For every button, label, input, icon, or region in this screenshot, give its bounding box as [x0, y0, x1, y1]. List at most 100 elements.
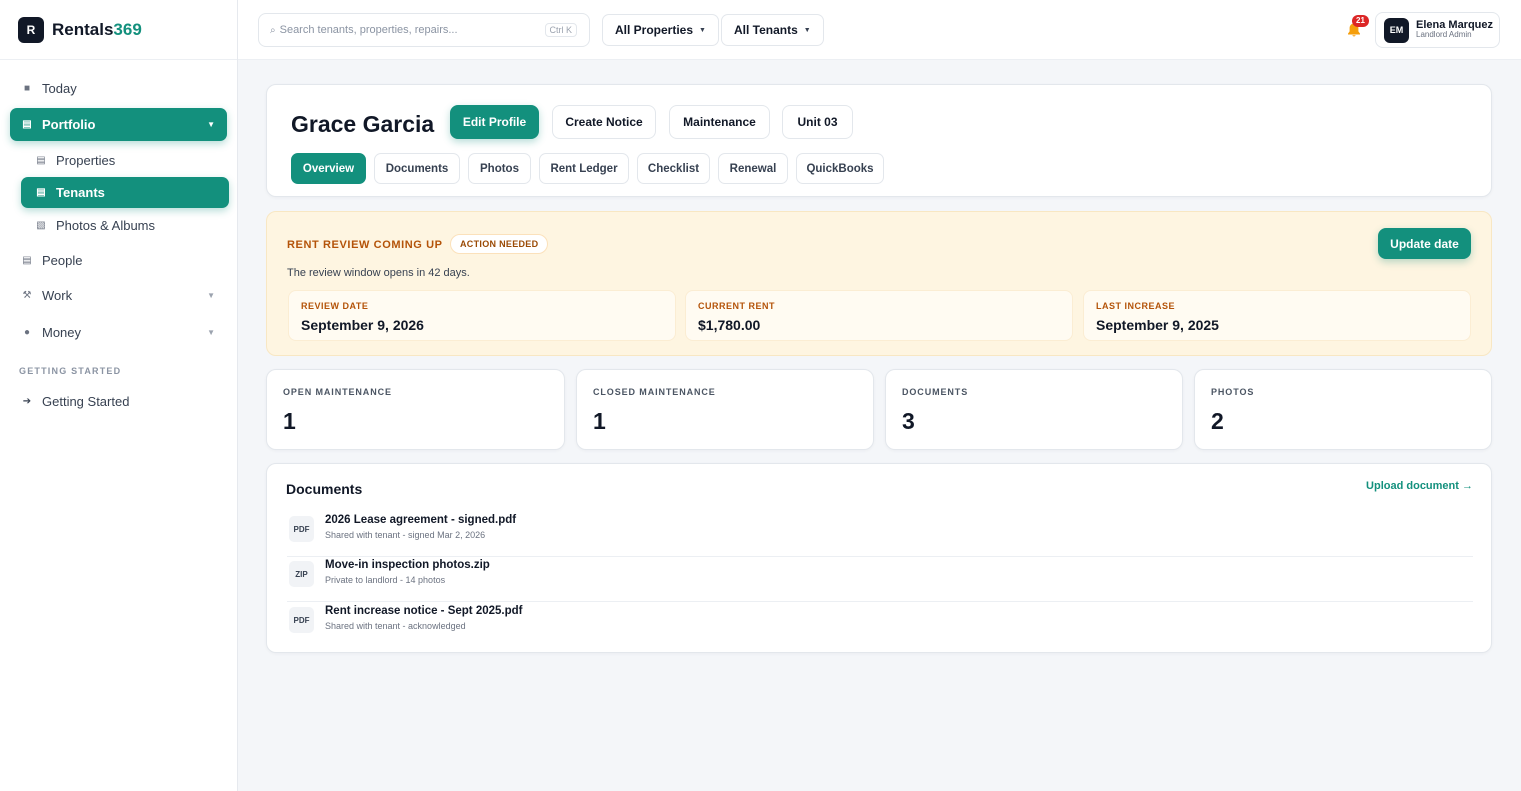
stat-value: September 9, 2025	[1096, 317, 1219, 333]
tab-rent-ledger[interactable]: Rent Ledger	[539, 153, 629, 184]
file-name: Rent increase notice - Sept 2025.pdf	[325, 605, 523, 617]
top-bar: ⌕ Ctrl K All Properties ▼ All Tenants ▼ …	[238, 0, 1521, 60]
tab-photos[interactable]: Photos	[468, 153, 531, 184]
file-type-icon: PDF	[289, 607, 314, 633]
open-maintenance-card[interactable]: OPEN MAINTENANCE 1	[266, 369, 565, 450]
chevron-down-icon: ▼	[207, 291, 215, 300]
sidebar-item-today[interactable]: ■ Today	[21, 81, 77, 96]
file-name: Move-in inspection photos.zip	[325, 559, 490, 571]
list-item[interactable]: PDF Rent increase notice - Sept 2025.pdf…	[287, 603, 1473, 648]
file-meta: Shared with tenant - acknowledged	[325, 621, 466, 631]
brand-name-accent: 369	[113, 19, 142, 39]
all-tenants-dropdown[interactable]: All Tenants ▼	[721, 14, 824, 46]
brand[interactable]: R Rentals369	[0, 0, 237, 60]
user-menu[interactable]: EM Elena Marquez Landlord Admin	[1375, 12, 1500, 48]
tab-documents[interactable]: Documents	[374, 153, 460, 184]
avatar: EM	[1384, 17, 1409, 43]
arrow-right-icon: ➔	[22, 396, 32, 407]
sidebar: R Rentals369 ■ Today ▤ Portfolio ▼ ▤ Pro…	[0, 0, 238, 791]
brand-name-text: Rentals	[52, 19, 114, 39]
brand-name: Rentals369	[52, 20, 142, 40]
metric-value: 1	[593, 408, 606, 434]
file-meta: Shared with tenant - signed Mar 2, 2026	[325, 530, 486, 540]
file-meta: Private to landlord - 14 photos	[325, 575, 446, 585]
sidebar-item-label: Properties	[56, 153, 116, 168]
metric-label: OPEN MAINTENANCE	[283, 387, 392, 397]
last-increase-box: LAST INCREASE September 9, 2025	[1083, 290, 1471, 341]
tab-overview[interactable]: Overview	[291, 153, 366, 184]
list-item[interactable]: PDF 2026 Lease agreement - signed.pdf Sh…	[287, 512, 1473, 557]
search-box[interactable]: ⌕ Ctrl K	[258, 13, 590, 47]
sidebar-item-label: Today	[42, 81, 77, 96]
current-rent-box: CURRENT RENT $1,780.00	[685, 290, 1073, 341]
sidebar-item-portfolio[interactable]: ▤ Portfolio ▼	[10, 108, 227, 141]
sidebar-item-people[interactable]: ▤ People	[21, 253, 82, 268]
sidebar-item-money[interactable]: ● Money ▼	[21, 325, 227, 340]
search-shortcut-hint: Ctrl K	[544, 23, 577, 37]
brand-logo: R	[18, 16, 44, 43]
sidebar-item-work[interactable]: ⚒ Work ▼	[21, 288, 227, 303]
banner-title: RENT REVIEW COMING UP	[287, 239, 443, 251]
page-title: Grace Garcia	[291, 111, 435, 137]
upload-document-link[interactable]: Upload document →	[1366, 480, 1473, 492]
file-name: 2026 Lease agreement - signed.pdf	[325, 514, 517, 526]
stat-label: LAST INCREASE	[1096, 301, 1176, 311]
square-icon: ■	[23, 83, 31, 94]
chevron-down-icon: ▼	[207, 120, 215, 129]
stat-value: September 9, 2026	[301, 317, 424, 333]
documents-count-card[interactable]: DOCUMENTS 3	[885, 369, 1183, 450]
banner-description: The review window opens in 42 days.	[287, 267, 470, 279]
rent-review-banner: RENT REVIEW COMING UP ACTION NEEDED The …	[266, 211, 1492, 356]
maintenance-button[interactable]: Maintenance	[669, 105, 770, 139]
chevron-down-icon: ▼	[699, 26, 706, 34]
user-name: Elena Marquez	[1416, 19, 1494, 31]
sidebar-item-label: People	[42, 253, 83, 268]
tab-checklist[interactable]: Checklist	[637, 153, 710, 184]
coin-icon: ●	[23, 327, 31, 338]
tab-renewal[interactable]: Renewal	[718, 153, 788, 184]
all-properties-dropdown[interactable]: All Properties ▼	[602, 14, 719, 46]
sidebar-item-properties[interactable]: ▤ Properties	[35, 153, 115, 168]
file-type-icon: PDF	[289, 516, 314, 542]
user-meta: Elena Marquez Landlord Admin	[1416, 20, 1493, 40]
sidebar-item-label: Portfolio	[42, 117, 96, 132]
sidebar-item-label: Money	[42, 325, 82, 340]
review-date-box: REVIEW DATE September 9, 2026	[288, 290, 676, 341]
list-icon: ▤	[36, 187, 46, 198]
metric-label: DOCUMENTS	[902, 387, 969, 397]
stat-label: CURRENT RENT	[698, 301, 775, 311]
tab-quickbooks[interactable]: QuickBooks	[796, 153, 884, 184]
create-notice-button[interactable]: Create Notice	[552, 105, 656, 139]
list-icon: ▤	[22, 119, 32, 130]
sidebar-item-tenants[interactable]: ▤ Tenants	[21, 177, 229, 208]
list-item[interactable]: ZIP Move-in inspection photos.zip Privat…	[287, 557, 1473, 602]
metric-value: 3	[902, 408, 915, 434]
metric-value: 2	[1211, 408, 1224, 434]
stat-value: $1,780.00	[698, 317, 761, 333]
list-icon: ▤	[36, 155, 46, 166]
metric-value: 1	[283, 408, 296, 434]
sidebar-section-label: GETTING STARTED	[19, 366, 122, 376]
file-type-icon: ZIP	[289, 561, 314, 587]
metric-label: PHOTOS	[1211, 387, 1255, 397]
sidebar-item-label: Photos & Albums	[56, 218, 155, 233]
chevron-down-icon: ▼	[207, 328, 215, 337]
documents-card: Documents Upload document → PDF 2026 Lea…	[266, 463, 1492, 653]
unit-button[interactable]: Unit 03	[782, 105, 853, 139]
photos-count-card[interactable]: PHOTOS 2	[1194, 369, 1492, 450]
list-icon: ▤	[22, 255, 32, 266]
profile-header-card: Grace Garcia Edit Profile Create Notice …	[266, 84, 1492, 197]
chevron-down-icon: ▼	[803, 26, 811, 34]
closed-maintenance-card[interactable]: CLOSED MAINTENANCE 1	[576, 369, 874, 450]
sidebar-item-label: Work	[42, 288, 73, 303]
metric-label: CLOSED MAINTENANCE	[593, 387, 716, 397]
filter-label: All Tenants	[734, 23, 798, 37]
update-date-button[interactable]: Update date	[1378, 228, 1471, 259]
edit-profile-button[interactable]: Edit Profile	[450, 105, 539, 139]
search-icon: ⌕	[270, 24, 276, 36]
sidebar-item-photos-albums[interactable]: ▧ Photos & Albums	[35, 218, 155, 233]
sidebar-item-label: Getting Started	[42, 394, 130, 409]
sidebar-item-label: Tenants	[56, 185, 105, 200]
search-input[interactable]	[279, 24, 540, 36]
sidebar-item-getting-started[interactable]: ➔ Getting Started	[21, 394, 130, 409]
